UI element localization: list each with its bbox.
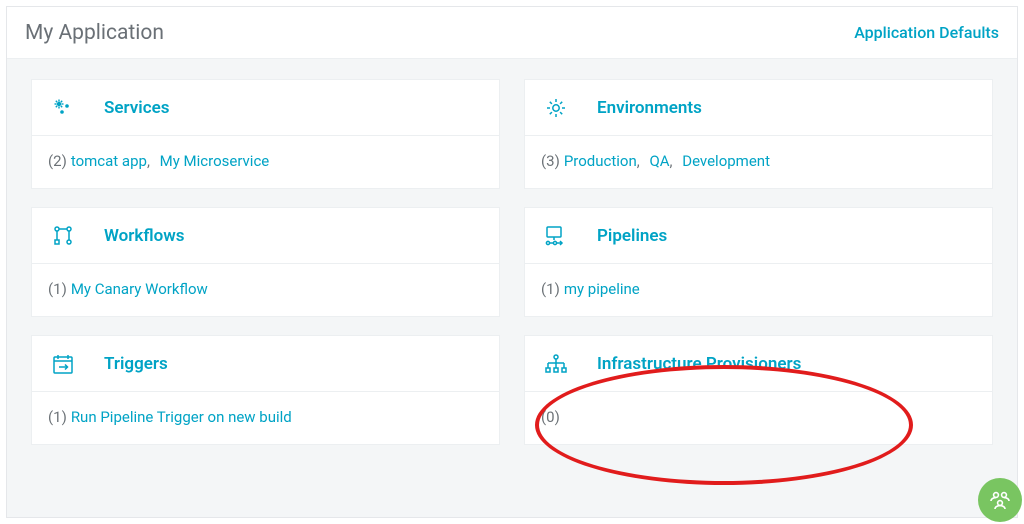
triggers-card: Triggers (1) Run Pipeline Trigger on new… [31,335,500,445]
environments-card: Environments (3) Production, QA, Develop… [524,79,993,189]
infrastructure-provisioners-card-body: (0) [525,392,992,444]
item-count: (0) [541,408,560,426]
community-fab[interactable] [978,478,1022,522]
services-card-body: (2) tomcat app, My Microservice [32,136,499,188]
item-count: (3) [541,152,560,170]
card-title: Services [104,98,169,118]
card-title: Triggers [104,354,168,374]
services-card-header[interactable]: Services [32,80,499,136]
pipelines-card-body: (1) my pipeline [525,264,992,316]
card-title: Workflows [104,226,185,246]
app-frame: My Application Application Defaults [6,6,1018,518]
services-card: Services (2) tomcat app, My Microservice [31,79,500,189]
sun-icon [541,96,571,120]
pipelines-card: Pipelines (1) my pipeline [524,207,993,317]
environments-card-body: (3) Production, QA, Development [525,136,992,188]
gears-icon [48,95,78,121]
pipeline-link[interactable]: my pipeline [564,280,640,298]
item-count: (2) [48,152,67,170]
separator: , [147,152,150,170]
card-title: Environments [597,98,702,118]
workflows-card-header[interactable]: Workflows [32,208,499,264]
application-defaults-link[interactable]: Application Defaults [854,23,999,42]
item-count: (1) [541,280,560,298]
item-count: (1) [48,280,67,298]
card-title: Infrastructure Provisioners [597,354,801,374]
separator: , [670,152,673,170]
triggers-card-header[interactable]: Triggers [32,336,499,392]
page-title: My Application [25,21,164,45]
card-grid: Services (2) tomcat app, My Microservice [7,59,1017,465]
separator: , [637,152,640,170]
card-title: Pipelines [597,226,667,246]
calendar-arrow-icon [48,352,78,376]
service-link[interactable]: My Microservice [160,152,270,170]
trigger-link[interactable]: Run Pipeline Trigger on new build [71,408,292,426]
pipelines-card-header[interactable]: Pipelines [525,208,992,264]
environment-link[interactable]: QA [649,152,669,170]
workflows-card: Workflows (1) My Canary Workflow [31,207,500,317]
service-link[interactable]: tomcat app [71,152,147,170]
environment-link[interactable]: Production [564,152,637,170]
hierarchy-icon [541,352,571,376]
header-bar: My Application Application Defaults [7,7,1017,59]
workflows-card-body: (1) My Canary Workflow [32,264,499,316]
triggers-card-body: (1) Run Pipeline Trigger on new build [32,392,499,444]
environment-link[interactable]: Development [682,152,770,170]
infrastructure-provisioners-card: Infrastructure Provisioners (0) [524,335,993,445]
pipeline-icon [541,224,571,248]
environments-card-header[interactable]: Environments [525,80,992,136]
infrastructure-provisioners-card-header[interactable]: Infrastructure Provisioners [525,336,992,392]
workflow-icon [48,224,78,248]
workflow-link[interactable]: My Canary Workflow [71,280,208,298]
item-count: (1) [48,408,67,426]
